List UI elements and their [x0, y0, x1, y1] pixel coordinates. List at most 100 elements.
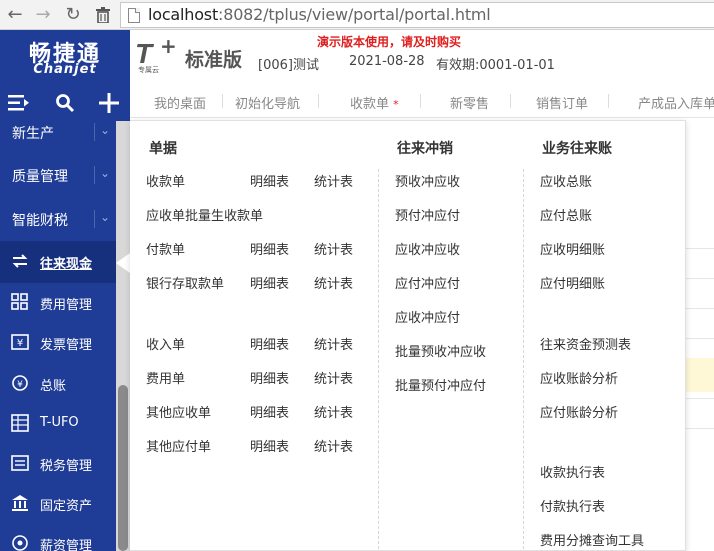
tab-my-desktop[interactable]: 我的桌面: [154, 93, 206, 112]
chevron-down-icon[interactable]: ⌄: [100, 166, 116, 180]
menu-link-other-receivable-stats[interactable]: 统计表: [314, 402, 353, 421]
menu-link-receipt-execution[interactable]: 收款执行表: [540, 462, 605, 481]
sidebar-item-ledger[interactable]: ¥ 总账: [0, 363, 116, 405]
divider: [510, 94, 511, 108]
menu-link-receipt[interactable]: 收款单: [146, 171, 185, 190]
forward-arrow-icon[interactable]: →: [32, 4, 54, 26]
report-icon: [10, 414, 30, 434]
sidebar-item-tax[interactable]: 税务管理: [0, 443, 116, 485]
sidebar-item-invoice[interactable]: ¥ 发票管理: [0, 322, 116, 364]
svg-text:¥: ¥: [17, 380, 23, 390]
menu-link-prereceipt-offset[interactable]: 预收冲应收: [395, 171, 460, 190]
exchange-icon: [10, 252, 30, 272]
reload-icon[interactable]: ↻: [62, 4, 84, 26]
sidebar-item-label: 智能财税: [12, 213, 68, 229]
expense-icon: [10, 293, 30, 313]
chevron-down-icon[interactable]: ⌄: [100, 210, 116, 224]
sidebar-item-payroll[interactable]: 薪资管理: [0, 523, 116, 551]
back-arrow-icon[interactable]: ←: [4, 4, 26, 26]
menu-link-ar-ledger[interactable]: 应收总账: [540, 171, 592, 190]
table-row: [686, 398, 714, 428]
company-name: [006]测试: [258, 58, 319, 73]
column-divider: [523, 169, 524, 549]
trash-icon[interactable]: [92, 4, 114, 26]
menu-link-ap-aging[interactable]: 应付账龄分析: [540, 402, 618, 421]
menu-link-prepay-offset[interactable]: 预付冲应付: [395, 205, 460, 224]
table-row: [686, 308, 714, 338]
dropdown-pointer: [116, 253, 130, 273]
demo-warning: 演示版本使用，请及时购买: [317, 35, 462, 49]
menu-link-batch-prepay-offset[interactable]: 批量预付冲应付: [395, 375, 486, 394]
login-date: 2021-08-28: [349, 54, 425, 69]
sidebar-item-quality[interactable]: 质量管理 ⌄: [0, 154, 116, 196]
menu-link-other-receivable[interactable]: 其他应收单: [146, 402, 211, 421]
menu-link-payment-detail[interactable]: 明细表: [250, 239, 289, 258]
tab-receipt[interactable]: 收款单 *: [350, 93, 399, 112]
tab-new-retail[interactable]: 新零售: [450, 93, 489, 112]
table-row: [686, 428, 714, 458]
menu-link-ap-ledger[interactable]: 应付总账: [540, 205, 592, 224]
tab-bar: 我的桌面 初始化导航 收款单 * 新零售 销售订单 产成品入库单: [130, 85, 714, 118]
tab-init-guide[interactable]: 初始化导航: [235, 93, 300, 112]
sidebar-item-label: 质量管理: [12, 169, 68, 185]
menu-link-payment[interactable]: 付款单: [146, 239, 185, 258]
menu-link-income-detail[interactable]: 明细表: [250, 334, 289, 353]
sidebar-item-expense[interactable]: 费用管理: [0, 282, 116, 324]
menu-link-ap-detail-ledger[interactable]: 应付明细账: [540, 273, 605, 292]
tplus-sub: 专属云: [138, 66, 159, 74]
sidebar-item-label: T-UFO: [40, 415, 79, 430]
sidebar-item-label: 薪资管理: [40, 539, 93, 551]
divider: [318, 94, 319, 108]
sidebar-item-label: 新生产: [12, 126, 54, 142]
sidebar-item-smart-finance[interactable]: 智能财税 ⌄: [0, 198, 116, 240]
menu-link-other-receivable-detail[interactable]: 明细表: [250, 402, 289, 421]
sidebar-item-receivables-cash[interactable]: 往来现金: [0, 241, 116, 283]
address-bar[interactable]: localhost:8082/tplus/view/portal/portal.…: [120, 2, 714, 28]
menu-link-bank-deposit-stats[interactable]: 统计表: [314, 273, 353, 292]
chevron-down-icon[interactable]: ⌄: [100, 123, 116, 137]
sidebar-item-label: 发票管理: [40, 338, 93, 353]
ledger-icon: ¥: [10, 374, 30, 394]
tab-label: 收款单: [350, 97, 390, 112]
table-row: [686, 248, 714, 278]
sidebar-item-fixed-assets[interactable]: 固定资产: [0, 483, 116, 525]
menu-link-bank-deposit-detail[interactable]: 明细表: [250, 273, 289, 292]
menu-link-bank-deposit[interactable]: 银行存取款单: [146, 273, 224, 292]
bank-icon: [10, 494, 30, 514]
menu-link-ar-aging[interactable]: 应收账龄分析: [540, 368, 618, 387]
sidebar-item-label: 固定资产: [40, 499, 93, 514]
menu-link-batch-receipt[interactable]: 应收单批量生收款单: [146, 205, 263, 224]
validity-date: 有效期:0001-01-01: [436, 58, 555, 73]
divider: [608, 94, 609, 108]
chanjet-logo: 畅捷通 Chanjet: [0, 30, 130, 85]
menu-link-ar-detail-ledger[interactable]: 应收明细账: [540, 239, 605, 258]
menu-link-payment-execution[interactable]: 付款执行表: [540, 496, 605, 515]
menu-link-payment-stats[interactable]: 统计表: [314, 239, 353, 258]
sidebar-scrollbar-thumb[interactable]: [118, 385, 128, 551]
table-row: [686, 338, 714, 368]
background-content: [686, 118, 714, 551]
menu-link-income[interactable]: 收入单: [146, 334, 185, 353]
app-header: 畅捷通 Chanjet T + 专属云 标准版 演示版本使用，请及时购买 [00…: [0, 30, 714, 85]
tab-finished-goods[interactable]: 产成品入库单: [638, 93, 714, 112]
menu-link-expense-allocation[interactable]: 费用分摊查询工具: [540, 530, 644, 549]
tab-sales-order[interactable]: 销售订单: [536, 93, 588, 112]
menu-link-receipt-detail[interactable]: 明细表: [250, 171, 289, 190]
menu-link-ar-ar-offset[interactable]: 应收冲应收: [395, 239, 460, 258]
column-title-documents: 单据: [149, 141, 177, 157]
menu-link-expense-stats[interactable]: 统计表: [314, 368, 353, 387]
menu-link-other-payable-detail[interactable]: 明细表: [250, 436, 289, 455]
menu-link-expense[interactable]: 费用单: [146, 368, 185, 387]
menu-link-other-payable[interactable]: 其他应付单: [146, 436, 211, 455]
url-text: localhost:8082/tplus/view/portal/portal.…: [148, 5, 491, 24]
menu-link-receipt-stats[interactable]: 统计表: [314, 171, 353, 190]
sidebar-item-new-production[interactable]: 新生产 ⌄: [0, 111, 116, 153]
menu-link-other-payable-stats[interactable]: 统计表: [314, 436, 353, 455]
menu-link-income-stats[interactable]: 统计表: [314, 334, 353, 353]
menu-link-ar-ap-offset[interactable]: 应收冲应付: [395, 307, 460, 326]
menu-link-expense-detail[interactable]: 明细表: [250, 368, 289, 387]
menu-link-batch-prereceipt-offset[interactable]: 批量预收冲应收: [395, 341, 486, 360]
menu-link-ap-ap-offset[interactable]: 应付冲应付: [395, 273, 460, 292]
menu-link-cash-forecast[interactable]: 往来资金预测表: [540, 334, 631, 353]
sidebar-item-tufo[interactable]: T-UFO: [0, 403, 116, 445]
